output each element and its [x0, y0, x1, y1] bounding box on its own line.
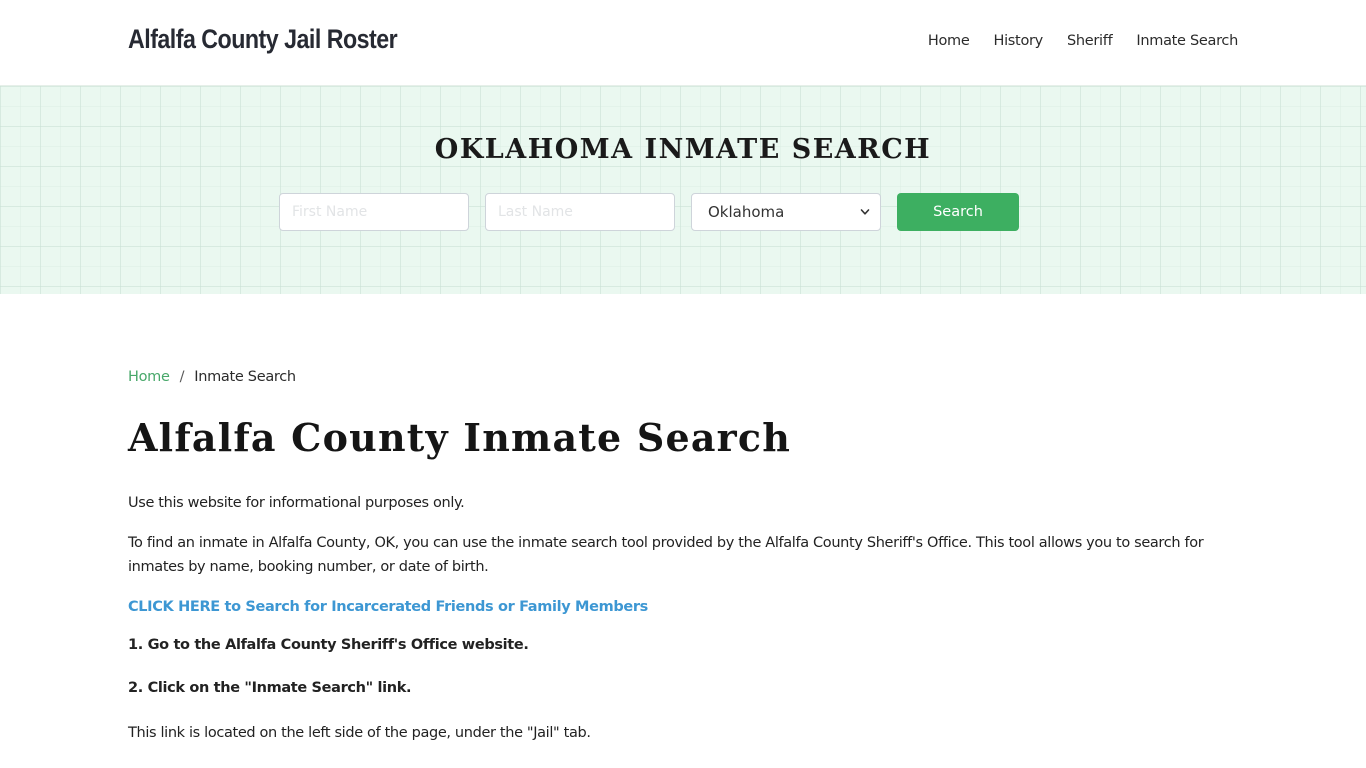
step-2: 2. Click on the "Inmate Search" link.	[128, 680, 412, 696]
inmate-search-banner: OKLAHOMA INMATE SEARCH Oklahoma Search	[0, 85, 1366, 294]
intro-paragraph: To find an inmate in Alfalfa County, OK,…	[128, 535, 1204, 575]
disclaimer-text: Use this website for informational purpo…	[128, 495, 465, 511]
inmate-search-form: Oklahoma Search	[279, 193, 1019, 231]
banner-title: OKLAHOMA INMATE SEARCH	[434, 134, 932, 165]
nav-home[interactable]: Home	[928, 33, 970, 49]
link-location-text: This link is located on the left side of…	[128, 725, 591, 741]
state-select[interactable]: Oklahoma	[691, 193, 881, 231]
first-name-input[interactable]	[279, 193, 469, 231]
breadcrumb-current: Inmate Search	[194, 369, 296, 385]
main-nav: Home History Sheriff Inmate Search	[904, 33, 1238, 49]
last-name-input[interactable]	[485, 193, 675, 231]
breadcrumb-home[interactable]: Home	[128, 369, 170, 385]
search-button[interactable]: Search	[897, 193, 1019, 231]
step-1: 1. Go to the Alfalfa County Sheriff's Of…	[128, 637, 529, 653]
search-family-link[interactable]: CLICK HERE to Search for Incarcerated Fr…	[128, 595, 1238, 619]
state-select-value: Oklahoma	[708, 203, 785, 221]
nav-history[interactable]: History	[993, 33, 1043, 49]
article-body: Use this website for informational purpo…	[128, 491, 1238, 745]
nav-sheriff[interactable]: Sheriff	[1067, 33, 1113, 49]
chevron-down-icon	[860, 209, 870, 215]
breadcrumb-separator: /	[179, 369, 185, 385]
breadcrumb: Home / Inmate Search	[128, 369, 1238, 385]
page-title: Alfalfa County Inmate Search	[128, 415, 792, 460]
site-brand-logo[interactable]: Alfalfa County Jail Roster	[128, 24, 398, 55]
main-content: Home / Inmate Search Alfalfa County Inma…	[128, 294, 1238, 745]
site-header: Alfalfa County Jail Roster Home History …	[0, 0, 1366, 85]
nav-inmate-search[interactable]: Inmate Search	[1136, 33, 1238, 49]
